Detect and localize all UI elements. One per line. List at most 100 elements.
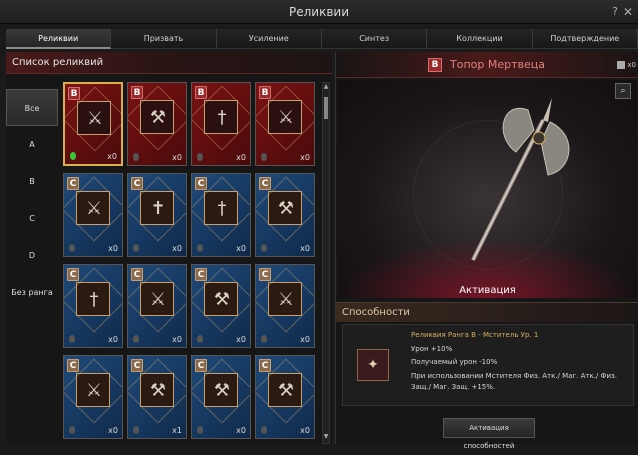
relic-list-title: Список реликвий [6, 52, 332, 74]
activation-label: Активация [459, 285, 516, 296]
gem-icon [70, 152, 76, 160]
gem-icon [133, 426, 139, 434]
relic-list-panel: Список реликвий Все A B C D Без ранга B ⚔… [6, 52, 332, 444]
tab-synthesis[interactable]: Синтез [321, 29, 428, 49]
relic-frame: ⚔ [256, 267, 314, 333]
tab-summon[interactable]: Призвать [111, 29, 217, 49]
rank-badge: C [67, 177, 79, 190]
weapon-icon: ⚔ [85, 380, 103, 401]
gem-icon [133, 153, 139, 161]
abilities-title: Способности [336, 302, 638, 322]
gem-icon [197, 244, 203, 252]
tab-confirm[interactable]: Подтверждение [532, 29, 638, 49]
scroll-thumb[interactable] [324, 97, 328, 119]
rank-badge: B [131, 86, 143, 99]
rank-badge: B [195, 86, 207, 99]
relic-count: x0 [108, 244, 118, 253]
relic-card[interactable]: C ⚔ x0 [63, 355, 123, 439]
weapon-icon: † [217, 107, 227, 128]
gem-icon [69, 426, 75, 434]
filter-all[interactable]: Все [6, 89, 58, 126]
weapon-icon: ⚔ [149, 289, 167, 310]
gem-icon [261, 244, 267, 252]
relic-count: x0 [172, 335, 182, 344]
relic-frame: ⚔ [65, 86, 121, 152]
gem-icon [69, 244, 75, 252]
relic-card[interactable]: C ⚒ x0 [191, 355, 251, 439]
gem-icon [261, 153, 267, 161]
rank-badge: C [67, 359, 79, 372]
relic-card[interactable]: C ⚒ x0 [255, 173, 315, 257]
relic-frame: ⚒ [128, 85, 186, 151]
gem-icon [261, 426, 267, 434]
relic-frame: ⚔ [128, 267, 186, 333]
filter-c[interactable]: C [6, 200, 58, 237]
relic-frame: ⚒ [256, 358, 314, 424]
relic-count: x0 [172, 244, 182, 253]
zoom-icon[interactable]: ⌕ [615, 83, 631, 99]
relic-card[interactable]: C ✝ x0 [127, 173, 187, 257]
relic-card[interactable]: C ⚔ x0 [63, 173, 123, 257]
relic-card[interactable]: C † x0 [63, 264, 123, 348]
relic-frame: † [192, 85, 250, 151]
tab-bar: Реликвии Призвать Усиление Синтез Коллек… [6, 29, 638, 49]
relic-card[interactable]: B ⚔ x0 [63, 82, 123, 166]
filter-b[interactable]: B [6, 163, 58, 200]
ability-line: Урон +10% [411, 345, 453, 353]
relic-card[interactable]: C ⚔ x0 [127, 264, 187, 348]
relic-frame: ⚔ [64, 176, 122, 242]
relic-count: x0 [300, 244, 310, 253]
tab-collections[interactable]: Коллекции [427, 29, 533, 49]
weapon-icon: ⚒ [277, 380, 295, 401]
weapon-icon: † [89, 289, 99, 310]
relic-card[interactable]: C † x0 [191, 173, 251, 257]
rank-badge: B [428, 58, 442, 72]
relic-frame: ⚔ [64, 358, 122, 424]
weapon-icon: ⚒ [213, 380, 231, 401]
tab-relics[interactable]: Реликвии [6, 29, 112, 49]
close-icon[interactable]: ✕ [623, 0, 633, 24]
scrollbar[interactable]: ▲ ▼ [322, 82, 330, 444]
relic-card[interactable]: C ⚒ x1 [127, 355, 187, 439]
weapon-icon: ⚔ [277, 289, 295, 310]
axe-icon [471, 98, 570, 261]
gem-icon [133, 244, 139, 252]
rank-badge: C [259, 268, 271, 281]
relic-card[interactable]: B ⚔ x0 [255, 82, 315, 166]
tab-enhance[interactable]: Усиление [216, 29, 322, 49]
help-icon[interactable]: ? [612, 0, 618, 24]
scroll-up-icon[interactable]: ▲ [323, 83, 329, 93]
relic-card[interactable]: B † x0 [191, 82, 251, 166]
detail-header: B Топор Мертвеца x0 [336, 52, 638, 78]
gem-icon [197, 335, 203, 343]
relic-card[interactable]: C ⚒ x0 [191, 264, 251, 348]
weapon-icon: ⚒ [149, 107, 167, 128]
activate-abilities-button[interactable]: Активация способностей [443, 418, 535, 450]
filter-a[interactable]: A [6, 126, 58, 163]
rank-badge: C [259, 359, 271, 372]
rank-badge: B [259, 86, 271, 99]
relic-frame: ✝ [128, 176, 186, 242]
relic-frame: ⚒ [192, 358, 250, 424]
filter-no-rank[interactable]: Без ранга [6, 274, 58, 311]
relic-artwork: ⌕ Активация [338, 80, 637, 298]
ability-line: Получаемый урон -10% [411, 358, 498, 366]
rank-badge: C [195, 177, 207, 190]
relic-frame: ⚔ [256, 85, 314, 151]
weapon-icon: ⚒ [149, 380, 167, 401]
gem-icon [197, 426, 203, 434]
relic-card[interactable]: B ⚒ x0 [127, 82, 187, 166]
rank-badge: C [131, 177, 143, 190]
relic-card[interactable]: C ⚔ x0 [255, 264, 315, 348]
rank-badge: C [195, 359, 207, 372]
title-bar: Реликвии ? ✕ [0, 0, 638, 24]
weapon-icon: ⚒ [213, 289, 231, 310]
relic-card[interactable]: C ⚒ x0 [255, 355, 315, 439]
relic-grid: B ⚔ x0 B ⚒ x0 B † x0 B ⚔ x0 C ⚔ x0 C ✝ x0 C † x0 C ⚒ x0 C † x0 C ⚔ x0… [63, 82, 317, 444]
rank-badge: C [195, 268, 207, 281]
filter-d[interactable]: D [6, 237, 58, 274]
scroll-down-icon[interactable]: ▼ [323, 433, 329, 443]
gem-icon [133, 335, 139, 343]
gem-icon [197, 153, 203, 161]
relic-frame: ⚒ [192, 267, 250, 333]
